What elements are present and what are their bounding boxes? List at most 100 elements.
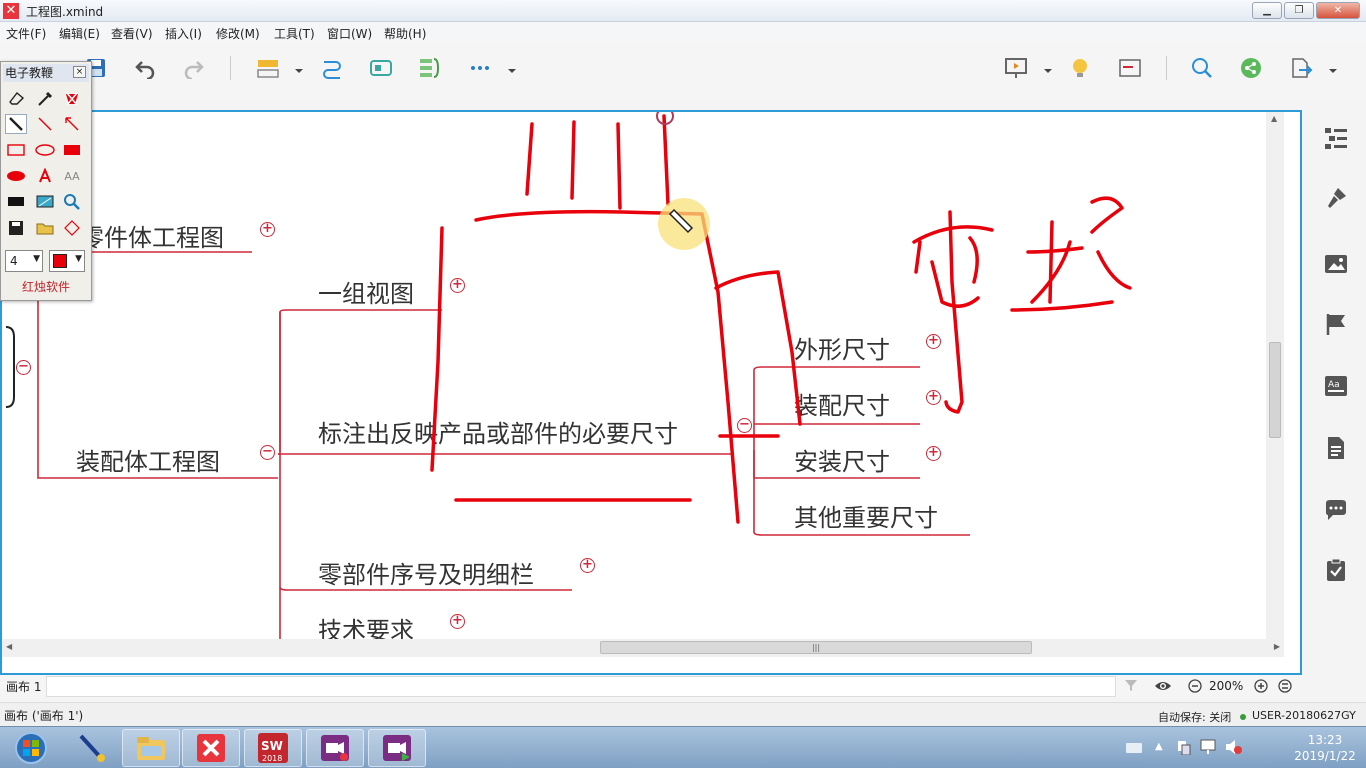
- display-icon[interactable]: [1200, 739, 1218, 758]
- boundary-icon[interactable]: [367, 54, 395, 82]
- share-icon[interactable]: [1237, 54, 1265, 82]
- mindmap-canvas[interactable]: 零件体工程图 + 装配体工程图 − − 一组视图 + 标注出反映产品或部件的必要…: [0, 110, 1302, 675]
- close-button[interactable]: ✕: [1316, 2, 1360, 19]
- menu-modify[interactable]: 修改(M): [216, 25, 260, 42]
- open-folder-icon[interactable]: [34, 218, 56, 238]
- status-sheet: 画布 ('画布 1'): [4, 709, 84, 723]
- video-player-icon[interactable]: [368, 729, 426, 767]
- chevron-down-icon: ▼: [75, 254, 82, 264]
- task-icon[interactable]: [1324, 558, 1348, 582]
- chevron-down-icon: ▼: [33, 254, 40, 264]
- svg-text:Aa: Aa: [1328, 380, 1340, 390]
- panel-close-button[interactable]: ×: [73, 66, 86, 78]
- menu-tools[interactable]: 工具(T): [274, 25, 315, 42]
- line-icon[interactable]: [34, 114, 56, 134]
- relationship-icon[interactable]: [318, 54, 346, 82]
- topic-style-icon[interactable]: [254, 54, 282, 82]
- sheet-tab-track: [46, 676, 1116, 697]
- sheet-bar: 画布 1 200%: [0, 675, 1302, 698]
- menu-help[interactable]: 帮助(H): [384, 25, 426, 42]
- menu-view[interactable]: 查看(V): [111, 25, 153, 42]
- eraser-icon[interactable]: [5, 88, 27, 108]
- keyboard-icon[interactable]: [1126, 742, 1142, 756]
- right-sidebar: Aa: [1306, 98, 1366, 702]
- minimize-button[interactable]: ▁: [1252, 2, 1282, 19]
- chevron-down-icon[interactable]: [507, 64, 517, 73]
- ellipse-icon[interactable]: [34, 140, 56, 160]
- screen-recorder-icon[interactable]: [306, 729, 364, 767]
- outline-icon[interactable]: [1324, 126, 1348, 150]
- zoom-out-icon[interactable]: [1188, 679, 1202, 696]
- format-brush-icon[interactable]: [1324, 186, 1348, 210]
- pen-color-select[interactable]: ▼: [49, 250, 85, 272]
- pen-annotations: [430, 112, 1132, 524]
- redo-icon[interactable]: [180, 54, 208, 82]
- vertical-scrollbar[interactable]: ▲ ▼: [1266, 112, 1284, 657]
- user-name[interactable]: USER-20180627GY: [1252, 709, 1356, 722]
- xmind-taskbar-icon[interactable]: [182, 729, 240, 767]
- notes-icon[interactable]: [1324, 436, 1348, 460]
- menu-bar: 文件(F) 编辑(E) 查看(V) 插入(I) 修改(M) 工具(T) 窗口(W…: [0, 22, 1366, 42]
- blackboard-icon[interactable]: [5, 192, 27, 212]
- autosave-status[interactable]: 自动保存: 关闭: [1158, 709, 1231, 725]
- text-tool-icon[interactable]: [34, 166, 56, 186]
- summary-icon[interactable]: [416, 54, 444, 82]
- diamond-icon[interactable]: [61, 218, 83, 238]
- text-style-icon[interactable]: Aa: [1324, 374, 1348, 398]
- toolbar: [0, 42, 1366, 98]
- start-button[interactable]: [2, 729, 60, 767]
- fit-icon[interactable]: [1278, 679, 1292, 696]
- eye-icon[interactable]: [1154, 679, 1172, 696]
- filled-rectangle-icon[interactable]: [61, 140, 83, 160]
- zoom-level: 200%: [1209, 679, 1244, 693]
- presentation-icon[interactable]: [1002, 54, 1030, 82]
- screenshot-icon[interactable]: [34, 192, 56, 212]
- filter-icon[interactable]: [1124, 678, 1138, 695]
- clear-icon[interactable]: [61, 88, 83, 108]
- outline-panel-icon[interactable]: [1116, 54, 1144, 82]
- font-size-icon[interactable]: AA: [61, 166, 83, 186]
- rectangle-icon[interactable]: [5, 140, 27, 160]
- marker-flag-icon[interactable]: [1324, 312, 1348, 336]
- chevron-down-icon[interactable]: [1328, 64, 1338, 73]
- chevron-down-icon[interactable]: [1043, 64, 1053, 73]
- sheet-tab[interactable]: 画布 1: [6, 678, 41, 695]
- save-drawing-icon[interactable]: [5, 218, 27, 238]
- volume-muted-icon[interactable]: [1224, 739, 1242, 758]
- svg-text:2018: 2018: [262, 754, 282, 763]
- tray-expand-icon[interactable]: ▲: [1155, 741, 1163, 752]
- comment-icon[interactable]: [1324, 498, 1348, 522]
- lightbulb-icon[interactable]: [1066, 54, 1094, 82]
- more-icon[interactable]: [466, 54, 494, 82]
- zoom-in-icon[interactable]: [1254, 679, 1268, 696]
- horizontal-scrollbar[interactable]: ◀ ||| ▶: [2, 639, 1284, 657]
- menu-window[interactable]: 窗口(W): [327, 25, 372, 42]
- menu-insert[interactable]: 插入(I): [165, 25, 202, 42]
- restore-button[interactable]: ❐: [1284, 2, 1314, 19]
- pointer-app-icon[interactable]: [62, 729, 120, 767]
- pen-size-select[interactable]: 4 ▼: [5, 250, 43, 272]
- title-bar: ✕ 工程图.xmind ▁ ❐ ✕: [0, 0, 1366, 22]
- solidworks-icon[interactable]: SW 2018: [244, 729, 302, 767]
- filled-ellipse-icon[interactable]: [5, 166, 27, 186]
- panel-footer: 红烛软件: [21, 280, 70, 294]
- window-title: 工程图.xmind: [26, 5, 104, 19]
- menu-edit[interactable]: 编辑(E): [59, 25, 100, 42]
- menu-file[interactable]: 文件(F): [6, 25, 46, 42]
- export-icon[interactable]: [1287, 54, 1315, 82]
- network-icon[interactable]: [1176, 739, 1192, 758]
- pen-icon[interactable]: [5, 114, 27, 134]
- arrow-icon[interactable]: [61, 114, 83, 134]
- search-icon[interactable]: [1188, 54, 1216, 82]
- eyedropper-icon[interactable]: [34, 88, 56, 108]
- file-explorer-icon[interactable]: [122, 729, 180, 767]
- chevron-down-icon[interactable]: [294, 64, 304, 73]
- online-status-icon: [1240, 714, 1246, 720]
- xmind-logo-icon: ✕: [3, 3, 19, 19]
- pointer-tool-panel[interactable]: 电子教鞭 × AA 4 ▼ ▼ 红烛软件: [0, 61, 92, 301]
- taskbar: SW 2018 ▲ 13:23 2019/1/22: [0, 726, 1366, 768]
- magnifier-icon[interactable]: [61, 192, 83, 212]
- image-icon[interactable]: [1324, 252, 1348, 276]
- undo-icon[interactable]: [131, 54, 159, 82]
- clock[interactable]: 13:23 2019/1/22: [1290, 732, 1360, 764]
